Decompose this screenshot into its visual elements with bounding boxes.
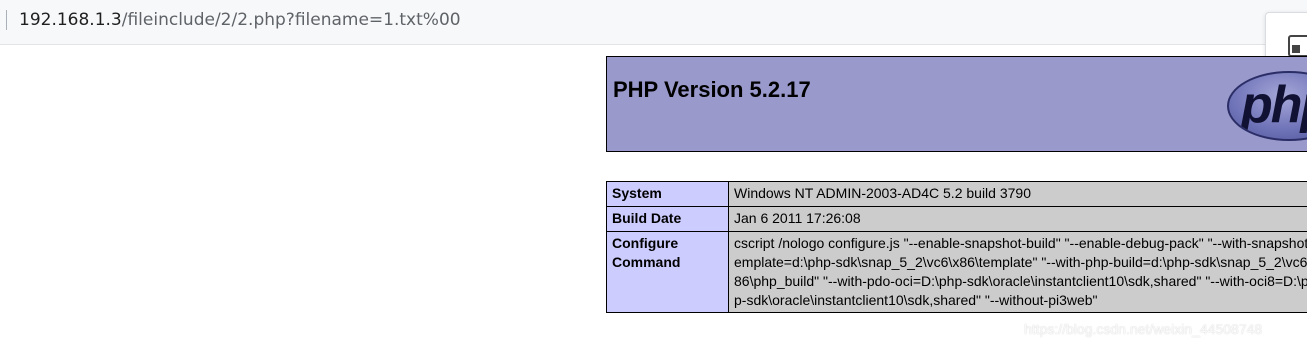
row-value-configure-command: cscript /nologo configure.js "--enable-s…	[728, 231, 1307, 313]
php-logo-text: php	[1241, 76, 1307, 134]
row-key-system: System	[606, 181, 729, 207]
watermark: https://blog.csdn.net/weixin_44508748	[1024, 321, 1263, 337]
table-row: System Windows NT ADMIN-2003-AD4C 5.2 bu…	[606, 181, 1307, 207]
php-version-title: PHP Version 5.2.17	[613, 77, 811, 102]
url-path: /fileinclude/2/2.php?filename=1.txt%00	[121, 10, 461, 30]
table-row: Configure Command cscript /nologo config…	[606, 231, 1307, 313]
url-host: 192.168.1.3	[19, 10, 122, 30]
image-icon[interactable]	[1288, 35, 1307, 57]
php-info-table: System Windows NT ADMIN-2003-AD4C 5.2 bu…	[606, 181, 1307, 313]
row-key-configure-command: Configure Command	[606, 231, 729, 313]
table-row: Build Date Jan 6 2011 17:26:08	[606, 206, 1307, 232]
url-field[interactable]: 192.168.1.3/fileinclude/2/2.php?filename…	[19, 8, 461, 32]
php-version-header: PHP Version 5.2.17 php	[606, 56, 1307, 152]
php-logo: php	[1227, 71, 1307, 141]
address-bar[interactable]: 192.168.1.3/fileinclude/2/2.php?filename…	[0, 0, 1307, 45]
row-key-build-date: Build Date	[606, 206, 729, 232]
row-value-build-date: Jan 6 2011 17:26:08	[728, 206, 1307, 232]
text-cursor	[6, 10, 7, 30]
row-value-system: Windows NT ADMIN-2003-AD4C 5.2 build 379…	[728, 181, 1307, 207]
